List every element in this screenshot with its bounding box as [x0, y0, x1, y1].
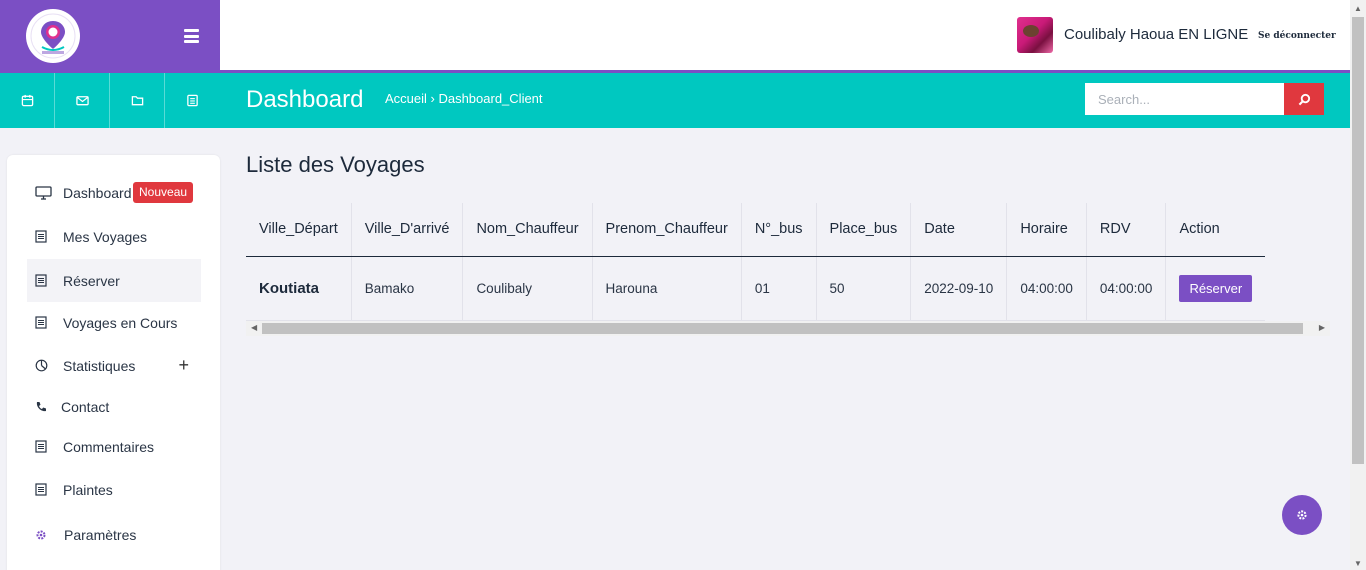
column-header: Place_bus — [816, 203, 912, 257]
sidebar-item-label: Réserver — [63, 272, 120, 289]
column-header: Prenom_Chauffeur — [592, 203, 742, 257]
cell-nom-chauffeur: Coulibaly — [462, 256, 593, 321]
quick-icon-bar — [0, 73, 220, 128]
new-badge: Nouveau — [133, 182, 194, 203]
list-icon — [187, 94, 198, 107]
logo-icon — [30, 13, 76, 59]
sidebar-item-label: Dashboard — [63, 184, 132, 201]
voyages-table-container: Ville_Départ Ville_D'arrivé Nom_Chauffeu… — [246, 203, 1330, 321]
breadcrumb[interactable]: Accueil › Dashboard_Client — [385, 91, 543, 106]
app-logo[interactable] — [26, 9, 80, 63]
column-header: N°_bus — [741, 203, 817, 257]
settings-fab[interactable] — [1282, 495, 1322, 535]
calendar-button[interactable] — [0, 73, 55, 128]
search-icon — [1298, 93, 1310, 105]
folder-icon — [131, 96, 143, 106]
page-scrollbar[interactable]: ▲ ▼ — [1350, 0, 1366, 570]
sidebar-item-label: Commentaires — [63, 438, 155, 455]
cell-ville-depart: Koutiata — [246, 256, 352, 321]
column-header: Action — [1165, 203, 1266, 257]
column-header: RDV — [1086, 203, 1167, 257]
sidebar-item-label: Plaintes — [63, 481, 113, 498]
folder-button[interactable] — [110, 73, 165, 128]
column-header: Ville_Départ — [246, 203, 352, 257]
sidebar-item-label: Paramètres — [64, 526, 137, 543]
cell-place-bus: 50 — [816, 256, 912, 321]
sidebar: Dashboard Nouveau Mes Voyages Réserver V… — [7, 155, 220, 570]
avatar[interactable] — [1017, 17, 1053, 53]
scrollbar-thumb[interactable] — [262, 323, 1303, 334]
sidebar-item-voyages-en-cours[interactable]: Voyages en Cours — [27, 301, 201, 344]
page-scrollbar-thumb[interactable] — [1352, 17, 1364, 464]
column-header: Nom_Chauffeur — [462, 203, 593, 257]
table-row: Koutiata Bamako Coulibaly Harouna 01 50 … — [246, 256, 1266, 321]
sidebar-item-plaintes[interactable]: Plaintes — [27, 468, 201, 511]
cell-action: Réserver — [1165, 256, 1266, 321]
expand-icon[interactable]: + — [178, 355, 189, 376]
sidebar-item-label: Statistiques — [63, 357, 136, 374]
title-bar: Dashboard Accueil › Dashboard_Client — [220, 73, 1350, 128]
sidebar-item-label: Voyages en Cours — [63, 314, 178, 331]
sidebar-item-commentaires[interactable]: Commentaires — [27, 425, 201, 468]
sidebar-item-statistiques[interactable]: Statistiques + — [27, 344, 201, 387]
cell-ville-arrivee: Bamako — [351, 256, 464, 321]
table-header-row: Ville_Départ Ville_D'arrivé Nom_Chauffeu… — [246, 203, 1266, 257]
sidebar-item-label: Mes Voyages — [63, 228, 148, 245]
cell-num-bus: 01 — [741, 256, 817, 321]
column-header: Date — [910, 203, 1008, 257]
calendar-icon — [21, 94, 33, 107]
list-icon — [35, 483, 47, 496]
monitor-icon — [35, 185, 52, 200]
sidebar-item-mes-voyages[interactable]: Mes Voyages — [27, 215, 201, 258]
scroll-up-icon[interactable]: ▲ — [1354, 4, 1362, 13]
column-header: Ville_D'arrivé — [351, 203, 464, 257]
cell-date: 2022-09-10 — [910, 256, 1008, 321]
scroll-left-icon[interactable]: ◀ — [251, 323, 257, 332]
scroll-down-icon[interactable]: ▼ — [1354, 559, 1362, 568]
list-button[interactable] — [165, 73, 220, 128]
sidebar-item-parametres[interactable]: Paramètres — [27, 513, 201, 556]
list-icon — [35, 230, 47, 243]
horizontal-scrollbar[interactable]: ◀ ▶ — [246, 321, 1330, 336]
section-title: Liste des Voyages — [246, 152, 425, 177]
gear-icon — [36, 530, 46, 539]
voyages-table: Ville_Départ Ville_D'arrivé Nom_Chauffeu… — [246, 203, 1266, 321]
search-button[interactable] — [1284, 83, 1324, 115]
envelope-icon — [75, 96, 89, 106]
reserver-button[interactable]: Réserver — [1179, 274, 1253, 302]
brand-area — [0, 0, 220, 73]
sidebar-item-label: Contact — [61, 398, 110, 415]
sidebar-item-reserver[interactable]: Réserver — [27, 259, 201, 302]
list-icon — [35, 440, 47, 453]
user-status: Coulibaly Haoua EN LIGNE — [1064, 26, 1249, 43]
page-title: Dashboard — [246, 86, 364, 113]
gear-icon — [1297, 510, 1307, 520]
cell-horaire: 04:00:00 — [1006, 256, 1087, 321]
logout-link[interactable]: Se déconnecter — [1258, 31, 1336, 41]
top-header: Coulibaly Haoua EN LIGNE Se déconnecter — [220, 0, 1350, 73]
scroll-right-icon[interactable]: ▶ — [1319, 323, 1325, 332]
cell-rdv: 04:00:00 — [1086, 256, 1167, 321]
cell-prenom-chauffeur: Harouna — [592, 256, 742, 321]
sidebar-item-contact[interactable]: Contact — [27, 385, 201, 428]
mail-button[interactable] — [55, 73, 110, 128]
column-header: Horaire — [1006, 203, 1087, 257]
chart-icon — [35, 359, 48, 372]
hamburger-icon[interactable] — [184, 29, 199, 43]
list-icon — [35, 316, 47, 329]
phone-icon — [36, 401, 46, 411]
search-input[interactable] — [1085, 83, 1285, 115]
list-icon — [35, 274, 47, 287]
